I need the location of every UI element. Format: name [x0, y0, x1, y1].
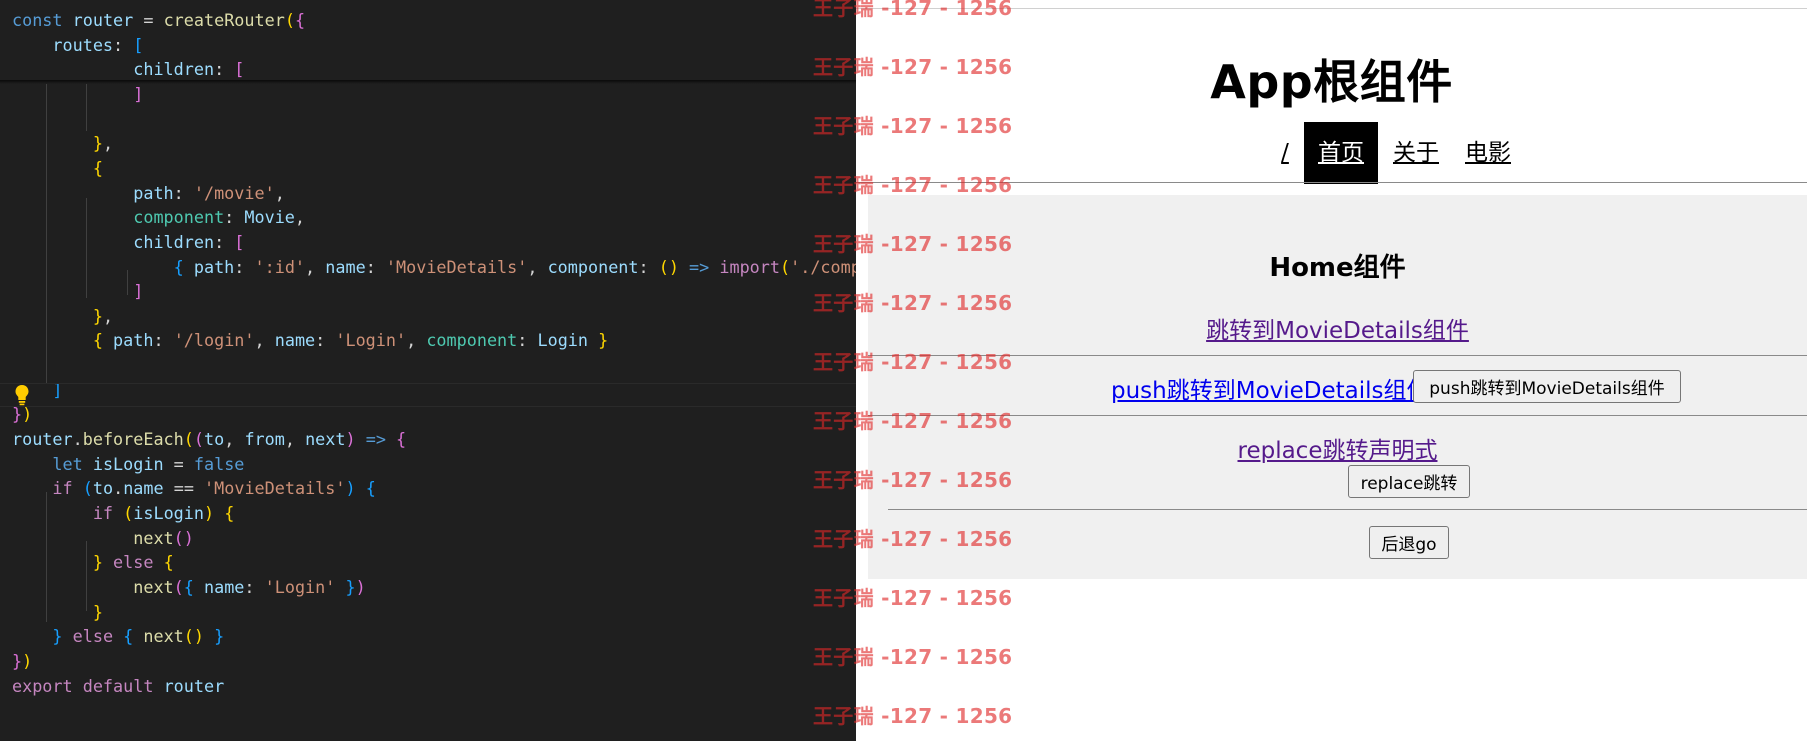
current-line-highlight: [0, 383, 856, 407]
watermark-text: 王子瑞 -127 - 1256: [813, 114, 1013, 138]
watermark-text: 王子瑞 -127 - 1256: [813, 0, 1013, 20]
code-line: } else { next() }: [52, 626, 225, 647]
watermark-text: 王子瑞 -127 - 1256: [813, 704, 1013, 728]
code-line: path: '/movie',: [12, 182, 285, 203]
code-line: const router = createRouter({: [12, 10, 306, 30]
push-movie-details-button[interactable]: push跳转到MovieDetails组件: [1413, 370, 1681, 403]
code-line: }: [92, 601, 103, 622]
watermark-text: 王子瑞 -127 - 1256: [813, 55, 1013, 79]
indent-guide: [46, 84, 47, 384]
code-line: children: [: [12, 59, 245, 80]
watermark-text: 王子瑞 -127 - 1256: [813, 586, 1013, 610]
watermark-text: 王子瑞 -127 - 1256: [813, 645, 1013, 669]
back-go-button[interactable]: 后退go: [1369, 526, 1449, 559]
watermark-text: 王子瑞 -127 - 1256: [813, 468, 1013, 492]
section-divider: [888, 509, 1807, 510]
nav-link-about[interactable]: 关于: [1386, 122, 1446, 184]
code-line: children: [: [12, 231, 245, 252]
code-editor[interactable]: const router = createRouter({ routes: [ …: [0, 0, 856, 741]
push-movie-details-link[interactable]: push跳转到MovieDetails组件: [1111, 371, 1430, 405]
code-line: ]: [133, 281, 144, 302]
watermark-text: 王子瑞 -127 - 1256: [813, 173, 1013, 197]
nav-link-movie[interactable]: 电影: [1458, 122, 1518, 184]
watermark-text: 王子瑞 -127 - 1256: [813, 291, 1013, 315]
indent-guide: [86, 84, 87, 131]
lightbulb-icon[interactable]: [14, 384, 30, 406]
code-line: next({ name: 'Login' }): [133, 576, 366, 597]
code-line: { path: '/login', name: 'Login', compone…: [92, 330, 609, 351]
watermark-text: 王子瑞 -127 - 1256: [813, 527, 1013, 551]
indent-guide: [46, 492, 47, 622]
code-line: }): [12, 650, 33, 671]
code-line: if (isLogin) {: [92, 503, 235, 523]
code-line: routes: [: [12, 34, 144, 55]
indent-guide: [86, 198, 87, 298]
replace-declarative-link[interactable]: replace跳转声明式: [868, 431, 1807, 465]
nav-link-root[interactable]: /: [1276, 122, 1294, 184]
code-line: let isLogin = false: [52, 453, 245, 474]
code-line: { path: ':id', name: 'MovieDetails', com…: [173, 256, 856, 277]
replace-button[interactable]: replace跳转: [1348, 465, 1470, 498]
code-line: next(): [133, 527, 194, 548]
indent-guide: [127, 270, 128, 295]
code-line: router.beforeEach((to, from, next) => {: [12, 429, 407, 450]
movie-details-link[interactable]: 跳转到MovieDetails组件: [868, 311, 1807, 345]
watermark-text: 王子瑞 -127 - 1256: [813, 409, 1013, 433]
code-line: },: [92, 305, 114, 326]
code-line: export default router: [12, 675, 225, 696]
code-line: {: [92, 157, 103, 178]
nav-link-home[interactable]: 首页: [1304, 122, 1378, 184]
watermark-text: 王子瑞 -127 - 1256: [813, 350, 1013, 374]
code-line: },: [92, 133, 114, 154]
watermark-text: 王子瑞 -127 - 1256: [813, 232, 1013, 256]
code-line: if (to.name == 'MovieDetails') {: [52, 478, 376, 499]
code-line: ]: [133, 83, 144, 104]
indent-guide: [86, 541, 87, 611]
sticky-scroll-separator: [0, 80, 856, 84]
